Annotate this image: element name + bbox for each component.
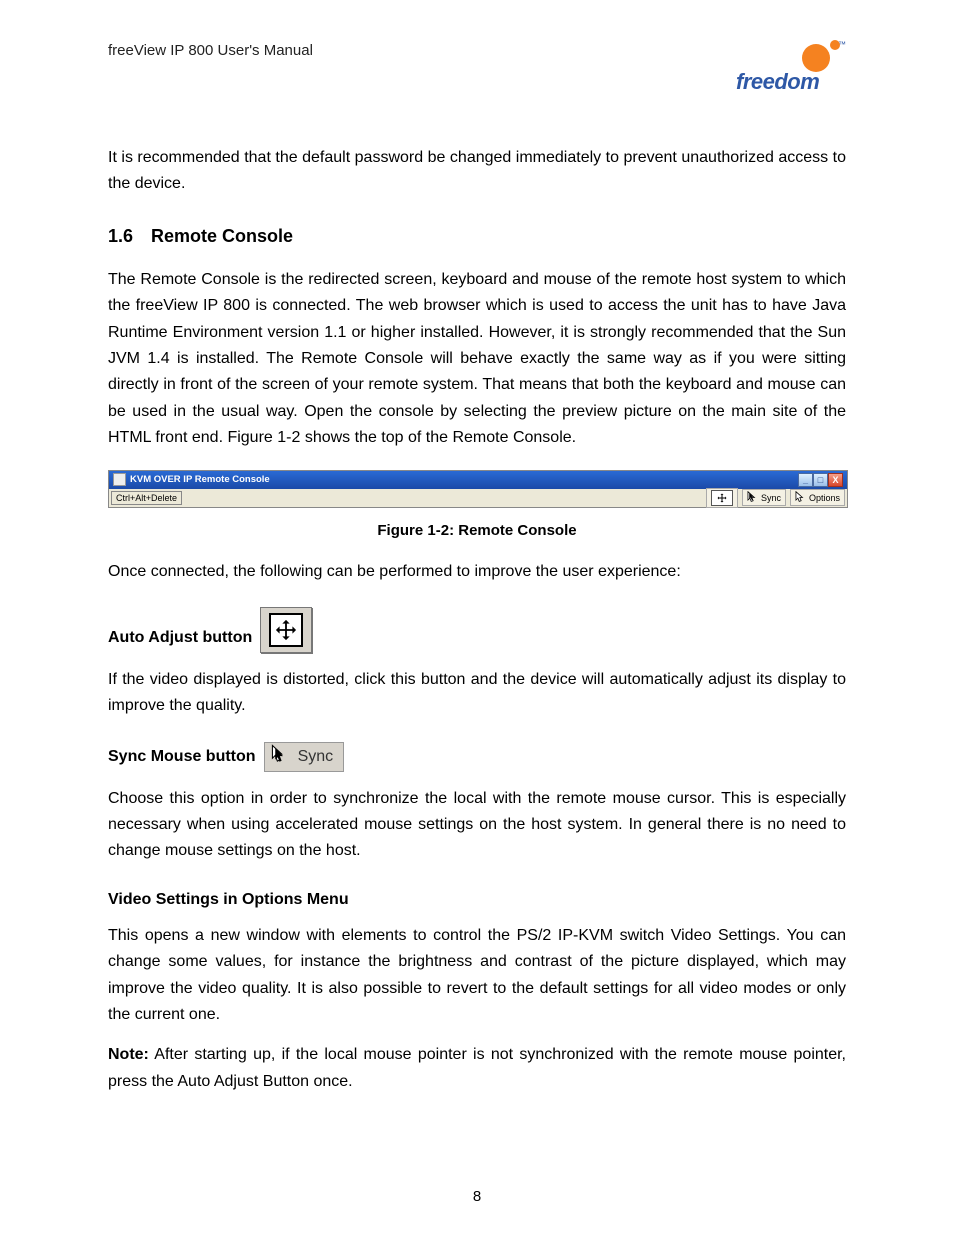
auto-adjust-toolbar-button[interactable]	[706, 488, 738, 508]
move-icon	[711, 490, 733, 506]
logo-wordmark: freedom	[736, 69, 819, 95]
figure-remote-console: KVM OVER IP Remote Console _ □ X Ctrl+Al…	[108, 470, 846, 508]
section-heading: 1.6 Remote Console	[108, 226, 846, 247]
post-figure-paragraph: Once connected, the following can be per…	[108, 559, 846, 585]
note-label: Note:	[108, 1046, 149, 1063]
page-header: freeView IP 800 User's Manual ™ freedom	[108, 40, 846, 95]
options-toolbar-label: Options	[809, 493, 840, 503]
remote-console-toolbar: Ctrl+Alt+Delete Sync	[109, 489, 847, 507]
options-toolbar-button[interactable]: Options	[790, 489, 845, 506]
note-text: After starting up, if the local mouse po…	[108, 1046, 846, 1089]
sync-mouse-label: Sync Mouse button	[108, 748, 256, 772]
sync-mouse-button-graphic: Sync	[264, 742, 345, 772]
section-paragraph-1: The Remote Console is the redirected scr…	[108, 267, 846, 452]
app-icon	[113, 473, 126, 486]
sync-mouse-paragraph: Choose this option in order to synchroni…	[108, 786, 846, 865]
cursor-sync-icon	[747, 491, 758, 504]
remote-console-window: KVM OVER IP Remote Console _ □ X Ctrl+Al…	[108, 470, 848, 508]
cursor-icon	[795, 491, 806, 504]
video-settings-heading: Video Settings in Options Menu	[108, 891, 846, 909]
brand-logo: ™ freedom	[736, 40, 846, 95]
sync-toolbar-label: Sync	[761, 493, 781, 503]
auto-adjust-label: Auto Adjust button	[108, 629, 252, 653]
logo-trademark: ™	[838, 40, 846, 49]
video-settings-paragraph: This opens a new window with elements to…	[108, 923, 846, 1029]
auto-adjust-row: Auto Adjust button	[108, 607, 846, 653]
ctrl-alt-delete-button[interactable]: Ctrl+Alt+Delete	[111, 491, 182, 505]
note-paragraph: Note: After starting up, if the local mo…	[108, 1042, 846, 1095]
sync-mouse-row: Sync Mouse button Sync	[108, 742, 846, 772]
maximize-icon[interactable]: □	[813, 473, 828, 487]
move-arrows-icon	[269, 613, 303, 647]
minimize-icon[interactable]: _	[798, 473, 813, 487]
section-number: 1.6	[108, 226, 133, 247]
sync-toolbar-button[interactable]: Sync	[742, 489, 786, 506]
auto-adjust-button-graphic	[260, 607, 312, 653]
remote-console-titlebar: KVM OVER IP Remote Console _ □ X	[109, 471, 847, 489]
manual-title: freeView IP 800 User's Manual	[108, 40, 313, 59]
sync-graphic-text: Sync	[298, 748, 334, 766]
window-title-text: KVM OVER IP Remote Console	[130, 474, 270, 485]
close-icon[interactable]: X	[828, 473, 843, 487]
page-number: 8	[0, 1188, 954, 1205]
section-title: Remote Console	[151, 226, 293, 246]
double-cursor-icon	[271, 744, 288, 769]
figure-caption: Figure 1-2: Remote Console	[108, 522, 846, 539]
intro-paragraph: It is recommended that the default passw…	[108, 145, 846, 198]
auto-adjust-paragraph: If the video displayed is distorted, cli…	[108, 667, 846, 720]
